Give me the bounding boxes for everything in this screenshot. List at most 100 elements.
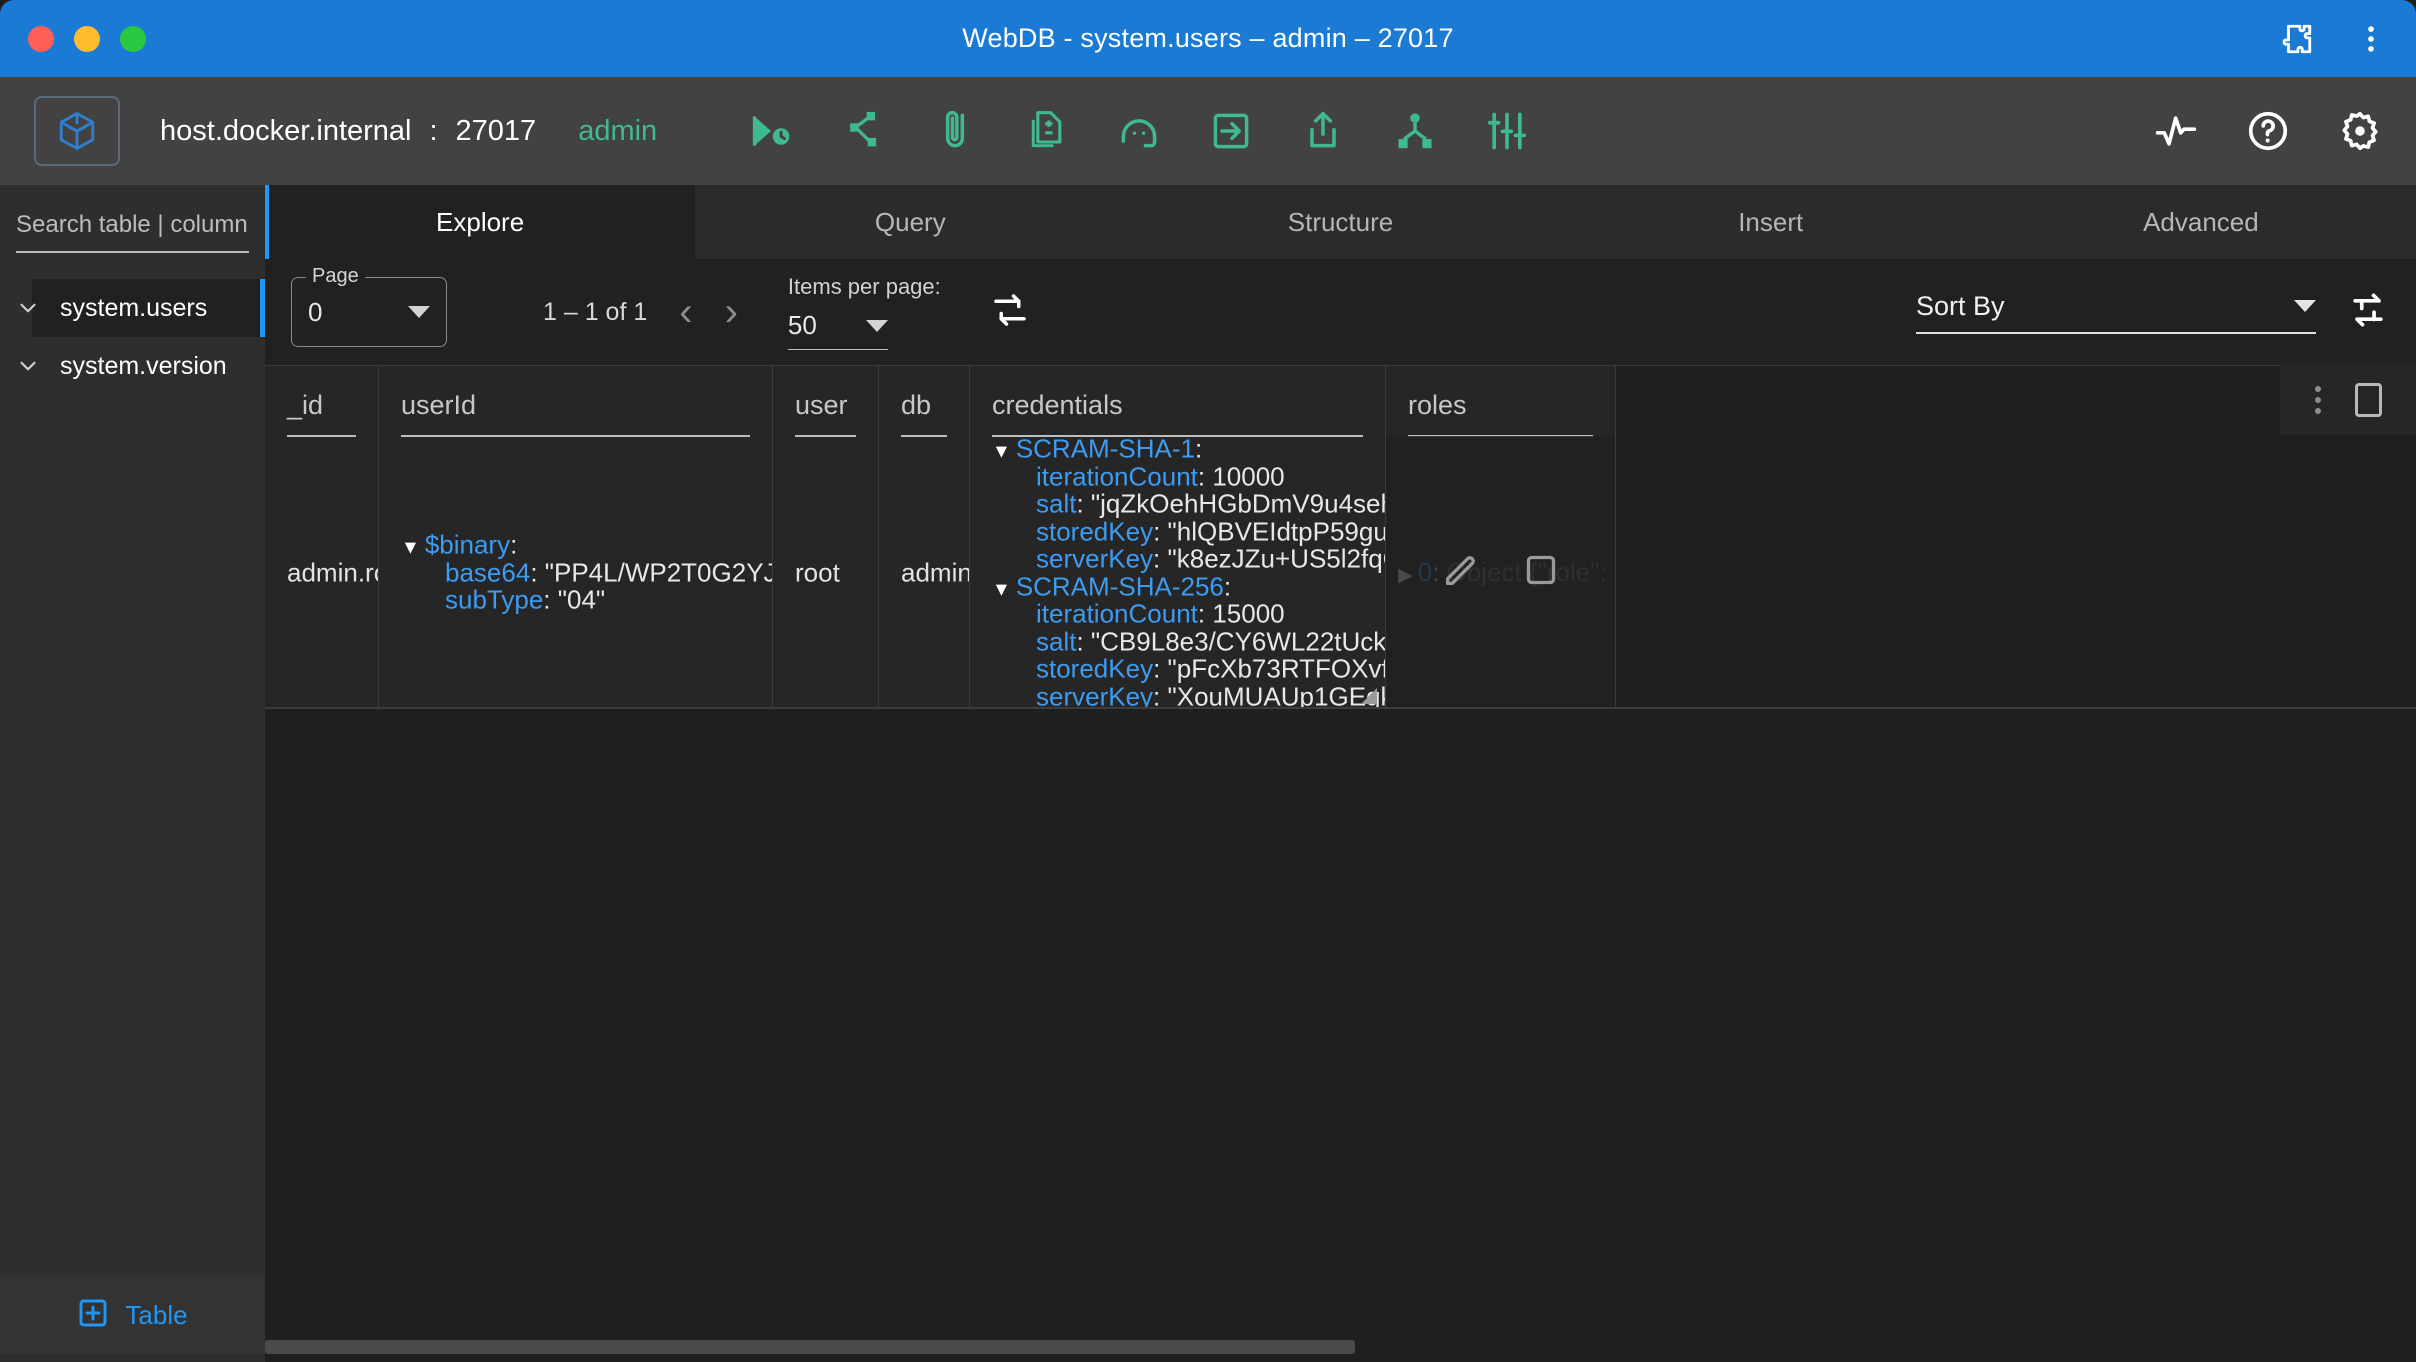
page-select[interactable]: Page 0 bbox=[291, 265, 447, 347]
activity-pulse-icon[interactable] bbox=[2154, 109, 2198, 153]
collapse-triangle-icon[interactable]: ▼ bbox=[992, 441, 1011, 462]
page-select-value: 0 bbox=[308, 296, 323, 327]
column-header[interactable]: db bbox=[879, 366, 969, 437]
items-per-page-value: 50 bbox=[787, 310, 817, 340]
cell-value: admin bbox=[901, 557, 970, 588]
connection-port[interactable]: 27017 bbox=[456, 115, 537, 148]
json-tree-userid: ▼$binary: base64: "PP4L/WP2T0G2YJOWaMLXc… bbox=[401, 531, 772, 615]
chevron-down-icon bbox=[2294, 300, 2316, 312]
toolbar-icon-group-right bbox=[2154, 109, 2382, 153]
scrollbar-thumb[interactable] bbox=[265, 1340, 1355, 1354]
tab-query[interactable]: Query bbox=[695, 185, 1125, 259]
puzzle-extension-icon[interactable] bbox=[2280, 22, 2314, 56]
column-header[interactable]: roles bbox=[1386, 366, 1615, 437]
sidebar-item-system-users[interactable]: system.users bbox=[0, 279, 265, 337]
grid-cell-db[interactable]: admin bbox=[879, 436, 969, 709]
tab-insert[interactable]: Insert bbox=[1556, 185, 1986, 259]
tab-advanced[interactable]: Advanced bbox=[1986, 185, 2416, 259]
help-question-icon[interactable] bbox=[2246, 109, 2290, 153]
column-header-label: user bbox=[795, 390, 848, 420]
minimize-window-button[interactable] bbox=[74, 25, 100, 52]
grid-column-credentials: credentials ▼ SCRAM-SHA-1: iterationCount… bbox=[970, 366, 1386, 709]
sliders-settings-icon[interactable] bbox=[1485, 109, 1529, 153]
sidebar-search bbox=[0, 185, 265, 269]
json-value: "k8ezJZu+US5l2fqCd8DDtyIaMz4= bbox=[1167, 543, 1386, 574]
window-title: WebDB - system.users – admin – 27017 bbox=[962, 23, 1454, 53]
grid-cell-user[interactable]: root bbox=[773, 436, 878, 709]
json-root-line[interactable]: ▼ SCRAM-SHA-256: bbox=[992, 571, 1385, 601]
maximize-window-button[interactable] bbox=[120, 25, 146, 52]
gear-settings-icon[interactable] bbox=[2338, 109, 2382, 153]
cell-resize-handle[interactable] bbox=[1361, 688, 1377, 704]
close-window-button[interactable] bbox=[28, 25, 54, 52]
column-header[interactable]: user bbox=[773, 366, 878, 437]
chevron-down-icon[interactable] bbox=[8, 353, 48, 379]
json-key: serverKey bbox=[1036, 681, 1154, 709]
json-entry-line: subType: "04" bbox=[445, 584, 606, 615]
json-key: SCRAM-SHA-256 bbox=[1015, 571, 1224, 601]
sidebar-item-system-version[interactable]: system.version bbox=[0, 337, 265, 395]
grid-cell-userid[interactable]: ▼$binary: base64: "PP4L/WP2T0G2YJOWaMLXc… bbox=[379, 436, 772, 709]
schema-graph-icon[interactable] bbox=[841, 109, 885, 153]
collapse-triangle-icon[interactable]: ▼ bbox=[992, 579, 1011, 600]
connection-database[interactable]: admin bbox=[578, 115, 657, 148]
json-value: "pFcXb73RTFOXvfd/x4nnRU9sC3S bbox=[1167, 653, 1385, 684]
query-history-icon[interactable] bbox=[749, 109, 793, 153]
json-key: iterationCount bbox=[1036, 460, 1198, 491]
page-range-text: 1 – 1 of 1 bbox=[543, 297, 648, 326]
grid-cell-id[interactable]: admin.root bbox=[265, 436, 378, 709]
connection-host[interactable]: host.docker.internal bbox=[160, 115, 411, 148]
column-header-label: userId bbox=[401, 390, 477, 420]
toolbar-icon-group bbox=[749, 109, 1529, 153]
tab-structure[interactable]: Structure bbox=[1125, 185, 1555, 259]
monitor-face-icon[interactable] bbox=[1117, 109, 1161, 153]
document-diff-icon[interactable] bbox=[1025, 109, 1069, 153]
grid-row-container: _id admin.root userId bbox=[265, 365, 2416, 709]
json-root-line[interactable]: ▼ $binary: bbox=[401, 531, 772, 560]
tab-explore[interactable]: Explore bbox=[265, 185, 696, 259]
json-entry-line: storedKey: "hlQBVEIdtpP59gu0yijxm8tVj5Q= bbox=[992, 515, 1385, 546]
import-arrow-icon[interactable] bbox=[1209, 109, 1253, 153]
items-per-page-select[interactable]: 50 bbox=[787, 310, 888, 350]
add-table-button[interactable]: Table bbox=[0, 1276, 265, 1354]
column-header[interactable]: _id bbox=[265, 366, 378, 437]
column-header[interactable]: credentials bbox=[970, 366, 1385, 437]
items-per-page-label: Items per page: bbox=[787, 274, 941, 299]
json-root-line[interactable]: ▶ 0: Object {"role": bbox=[1398, 558, 1607, 587]
grid-column-id: _id admin.root bbox=[265, 366, 379, 709]
column-menu-kebab-icon[interactable] bbox=[2314, 386, 2321, 414]
json-tree-roles: ▶ 0: Object {"role": bbox=[1398, 558, 1607, 587]
column-header[interactable]: userId bbox=[379, 366, 772, 437]
json-key: storedKey bbox=[1036, 515, 1154, 546]
kebab-menu-icon[interactable] bbox=[2354, 22, 2388, 56]
attachment-icon[interactable] bbox=[933, 109, 977, 153]
node-tree-icon[interactable] bbox=[1393, 109, 1437, 153]
grid-cell-credentials[interactable]: ▼ SCRAM-SHA-1: iterationCount: 10000 salt… bbox=[970, 434, 1386, 709]
json-root-line[interactable]: ▼ SCRAM-SHA-1: bbox=[992, 434, 1385, 463]
sort-order-repeat-one-icon[interactable] bbox=[2346, 288, 2390, 337]
page-select-label: Page bbox=[306, 265, 365, 288]
connection-toolbar: host.docker.internal : 27017 admin bbox=[0, 77, 2416, 185]
main-horizontal-scrollbar[interactable] bbox=[265, 1340, 2416, 1354]
column-header-label: credentials bbox=[992, 390, 1123, 420]
plus-square-icon bbox=[77, 1297, 109, 1334]
grid-cell-roles[interactable]: ▶ 0: Object {"role": bbox=[1386, 436, 1615, 709]
json-entry-line: serverKey: "k8ezJZu+US5l2fqCd8DDtyIaMz4= bbox=[992, 543, 1386, 574]
loop-refresh-icon[interactable] bbox=[989, 289, 1031, 336]
search-input[interactable] bbox=[16, 211, 249, 253]
json-key: serverKey bbox=[1036, 543, 1154, 574]
expand-triangle-icon[interactable]: ▶ bbox=[1398, 565, 1413, 586]
previous-page-button[interactable]: ‹ bbox=[679, 292, 692, 332]
json-key: base64 bbox=[445, 557, 531, 588]
webdb-window: WebDB - system.users – admin – 27017 hos… bbox=[0, 0, 2416, 1362]
sidebar-item-label: system.users bbox=[60, 293, 208, 322]
expand-cell-icon[interactable] bbox=[2354, 383, 2382, 417]
grid-column-roles: roles ▶ 0: Object {"role": bbox=[1386, 366, 1616, 709]
chevron-down-icon[interactable] bbox=[8, 295, 48, 321]
database-cube-logo[interactable] bbox=[34, 96, 120, 166]
collapse-triangle-icon[interactable]: ▼ bbox=[401, 538, 420, 559]
next-page-button[interactable]: › bbox=[725, 292, 738, 332]
json-value: "04" bbox=[557, 584, 606, 615]
export-upload-icon[interactable] bbox=[1301, 109, 1345, 153]
sort-by-select[interactable]: Sort By bbox=[1916, 291, 2316, 334]
